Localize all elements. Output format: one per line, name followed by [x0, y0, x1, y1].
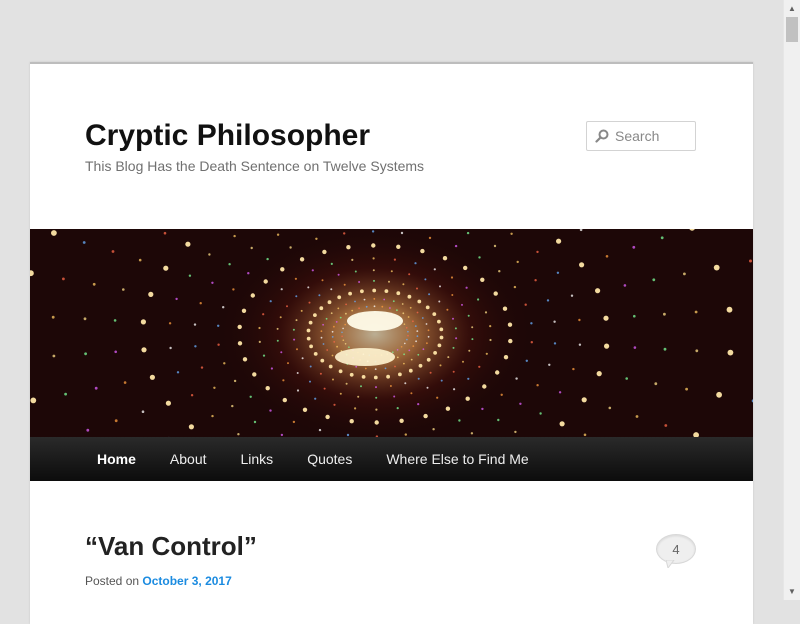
scroll-down-arrow-icon[interactable]: ▼ — [784, 583, 800, 600]
search-box[interactable] — [586, 121, 696, 151]
nav-item-links[interactable]: Links — [224, 437, 291, 481]
page-container: Cryptic Philosopher This Blog Has the De… — [30, 62, 753, 624]
site-description: This Blog Has the Death Sentence on Twel… — [85, 158, 424, 174]
nav-item-where-else[interactable]: Where Else to Find Me — [369, 437, 545, 481]
vertical-scrollbar[interactable]: ▲ ▼ — [783, 0, 800, 600]
nav-item-about[interactable]: About — [153, 437, 224, 481]
light-tunnel-image — [30, 229, 753, 437]
post-date-link[interactable]: October 3, 2017 — [142, 574, 231, 588]
nav-item-home[interactable]: Home — [80, 437, 153, 481]
post-title[interactable]: “Van Control” — [85, 530, 257, 562]
header-banner-image — [30, 229, 753, 437]
scroll-thumb[interactable] — [786, 17, 798, 42]
search-icon — [595, 129, 609, 143]
post-meta: Posted on October 3, 2017 — [85, 574, 232, 588]
search-input[interactable] — [615, 128, 693, 144]
comment-bubble-tail-icon — [666, 560, 676, 568]
scroll-up-arrow-icon[interactable]: ▲ — [784, 0, 800, 17]
posted-on-label: Posted on — [85, 574, 139, 588]
comment-count-bubble[interactable]: 4 — [656, 534, 696, 564]
main-navigation: Home About Links Quotes Where Else to Fi… — [30, 437, 753, 481]
site-title[interactable]: Cryptic Philosopher — [85, 118, 370, 154]
nav-item-quotes[interactable]: Quotes — [290, 437, 369, 481]
